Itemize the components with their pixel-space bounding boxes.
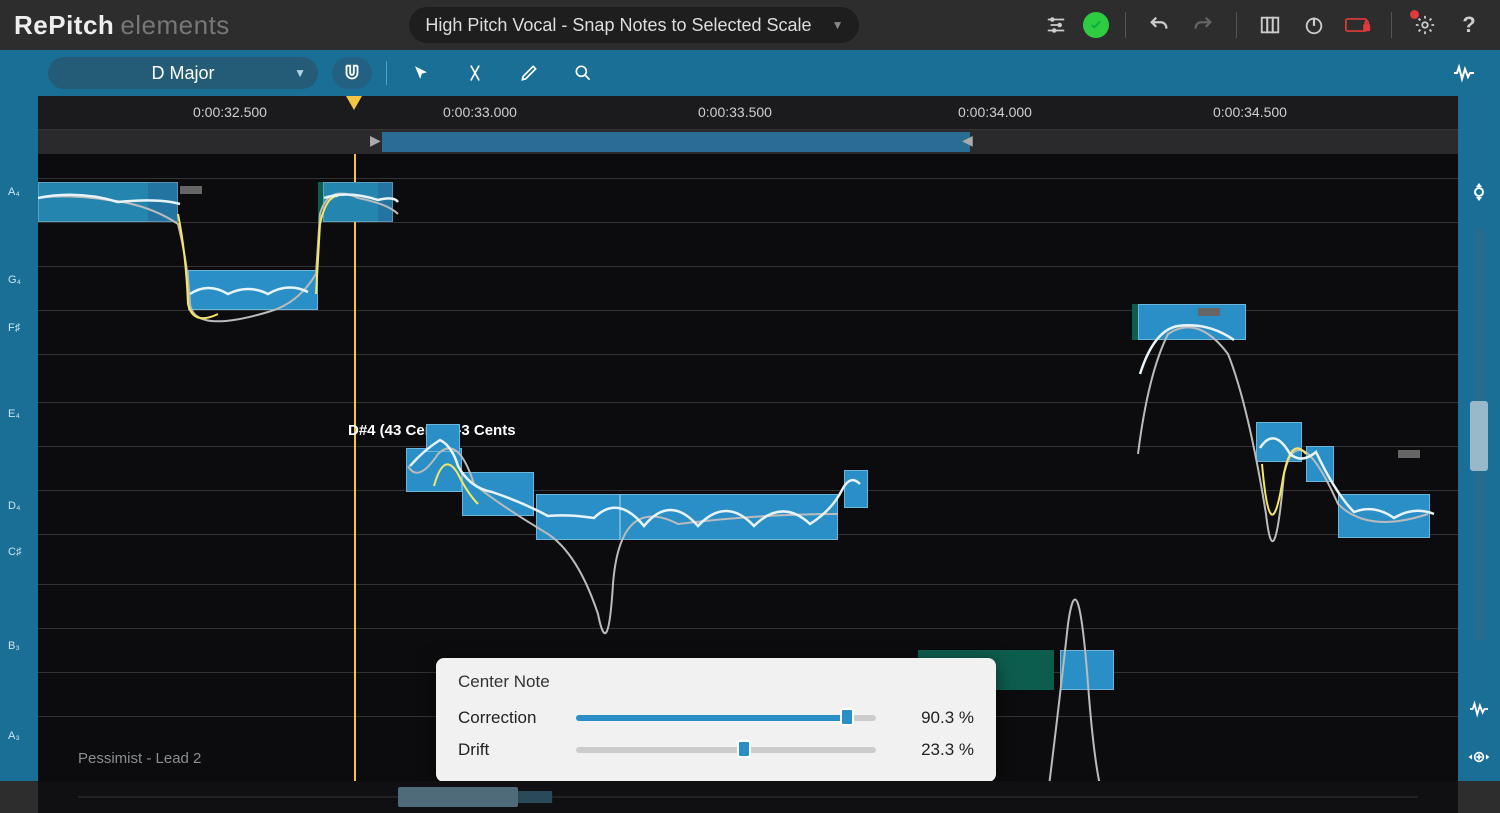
- notification-dot-icon: [1410, 10, 1419, 19]
- loop-start-handle[interactable]: ▶: [370, 132, 381, 149]
- loop-range[interactable]: [382, 132, 970, 152]
- correction-value: 90.3 %: [894, 708, 974, 728]
- redo-button[interactable]: [1186, 8, 1220, 42]
- overview-scrollbar[interactable]: [38, 781, 1458, 813]
- preferences-button[interactable]: [1408, 8, 1442, 42]
- logo-text-2: elements: [120, 10, 230, 40]
- draw-tool-button[interactable]: [509, 57, 549, 89]
- slider-knob[interactable]: [737, 740, 751, 758]
- scale-dropdown[interactable]: D Major ▼: [48, 57, 318, 89]
- compare-columns-button[interactable]: [1253, 8, 1287, 42]
- playhead-marker-icon[interactable]: [346, 96, 362, 110]
- drift-label: Drift: [458, 740, 558, 760]
- time-tick: 0:00:33.500: [698, 104, 772, 120]
- waveform-small-button[interactable]: [1465, 695, 1493, 723]
- chevron-down-icon: ▼: [832, 18, 844, 32]
- divider: [1391, 12, 1392, 38]
- status-ok-indicator[interactable]: [1083, 12, 1109, 38]
- zoom-tool-button[interactable]: [563, 57, 603, 89]
- preset-label: High Pitch Vocal - Snap Notes to Selecte…: [425, 15, 811, 36]
- power-button[interactable]: [1297, 8, 1331, 42]
- snap-magnet-button[interactable]: [332, 57, 372, 89]
- panel-title: Center Note: [458, 672, 974, 692]
- note-axis: A₄ G₄ F♯ E₄ D₄ C♯ B₃ A₃: [0, 96, 38, 781]
- axis-label: G₄: [8, 274, 21, 286]
- undo-button[interactable]: [1142, 8, 1176, 42]
- pitch-editor[interactable]: 0:00:32.500 0:00:33.000 0:00:33.500 0:00…: [38, 96, 1458, 781]
- axis-label: B₃: [8, 640, 20, 652]
- time-ruler[interactable]: 0:00:32.500 0:00:33.000 0:00:33.500 0:00…: [38, 96, 1458, 130]
- time-tick: 0:00:34.500: [1213, 104, 1287, 120]
- divider: [1236, 12, 1237, 38]
- drift-value: 23.3 %: [894, 740, 974, 760]
- axis-label: E₄: [8, 408, 20, 420]
- axis-label: F♯: [8, 322, 20, 334]
- time-tick: 0:00:34.000: [958, 104, 1032, 120]
- overview-waveform: [78, 785, 1418, 809]
- preset-dropdown[interactable]: High Pitch Vocal - Snap Notes to Selecte…: [409, 7, 859, 43]
- logo-text-1: RePitch: [14, 10, 114, 40]
- top-bar: RePitchelements High Pitch Vocal - Snap …: [0, 0, 1500, 50]
- hzoom-fit-button[interactable]: [1465, 743, 1493, 771]
- divider: [1125, 12, 1126, 38]
- preset-settings-button[interactable]: [1039, 8, 1073, 42]
- main-editor-area: A₄ G₄ F♯ E₄ D₄ C♯ B₃ A₃ 0:00:32.500 0:00…: [0, 96, 1500, 781]
- pitch-grid[interactable]: D#4 (43 Cents) -3 Cents: [38, 154, 1458, 781]
- split-tool-button[interactable]: [455, 57, 495, 89]
- axis-label: A₃: [8, 730, 20, 742]
- slider-thumb[interactable]: [1470, 401, 1488, 471]
- axis-label: D₄: [8, 500, 20, 512]
- arrow-tool-button[interactable]: [401, 57, 441, 89]
- slider-knob[interactable]: [840, 708, 854, 726]
- track-name-label: Pessimist - Lead 2: [78, 750, 201, 767]
- time-tick: 0:00:33.000: [443, 104, 517, 120]
- scale-label: D Major: [151, 63, 214, 84]
- chevron-down-icon: ▼: [294, 66, 306, 80]
- right-rail: [1458, 96, 1500, 781]
- axis-label: A₄: [8, 186, 20, 198]
- link-lock-button[interactable]: [1341, 8, 1375, 42]
- correction-slider[interactable]: [576, 715, 876, 721]
- vzoom-fit-button[interactable]: [1465, 178, 1493, 206]
- app-logo: RePitchelements: [14, 10, 230, 41]
- center-note-panel[interactable]: Center Note Correction 90.3 % Drift: [436, 658, 996, 781]
- axis-label: C♯: [8, 546, 21, 558]
- correction-label: Correction: [458, 708, 558, 728]
- divider: [386, 61, 387, 85]
- loop-end-handle[interactable]: ◀: [962, 132, 973, 149]
- vertical-zoom-slider[interactable]: [1475, 228, 1483, 641]
- tool-bar: D Major ▼: [0, 50, 1500, 96]
- waveform-toggle-button[interactable]: [1444, 57, 1484, 89]
- help-button[interactable]: ?: [1452, 8, 1486, 42]
- loop-region-bar[interactable]: ▶ ◀: [38, 130, 1458, 154]
- drift-slider[interactable]: [576, 747, 876, 753]
- scrollbar-thumb[interactable]: [398, 787, 518, 807]
- time-tick: 0:00:32.500: [193, 104, 267, 120]
